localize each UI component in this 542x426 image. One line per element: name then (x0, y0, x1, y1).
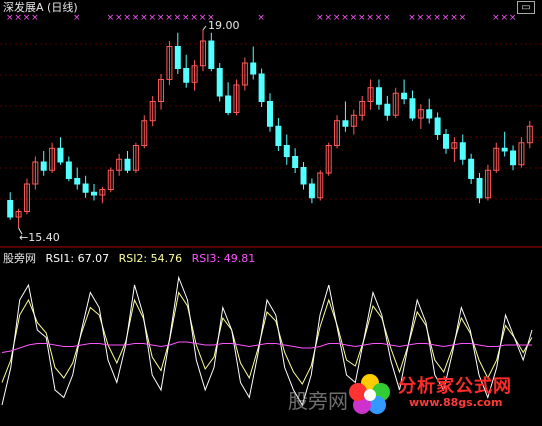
signal-marker: × (174, 13, 182, 23)
candle-body (275, 125, 282, 146)
candle-body (426, 109, 433, 119)
signal-marker: × (433, 13, 441, 23)
signal-marker: × (366, 13, 374, 23)
signal-marker: × (450, 13, 458, 23)
signal-marker: × (492, 13, 500, 23)
candle-body (40, 161, 47, 171)
candle-body (468, 158, 475, 179)
watermark-site-name: 分析家公式网 (398, 376, 512, 397)
candle-body (250, 62, 257, 75)
signal-marker: × (341, 13, 349, 23)
signal-marker: × (408, 13, 416, 23)
chart-title: 深发展A (日线) (3, 1, 78, 14)
signal-marker: × (140, 13, 148, 23)
high-price-label: 19.00 (208, 19, 240, 32)
candle-body (208, 40, 215, 69)
signal-marker: × (383, 13, 391, 23)
signal-marker: × (132, 13, 140, 23)
rsi2-line (1, 291, 533, 385)
signal-marker: × (316, 13, 324, 23)
candle-body (74, 178, 81, 185)
signal-marker: × (375, 13, 383, 23)
signal-marker: × (358, 13, 366, 23)
candle-body (258, 73, 265, 102)
low-price-label: ←15.40 (19, 231, 60, 244)
window-icon[interactable]: ▭ (517, 1, 535, 14)
rsi1-value: RSI1: 67.07 (45, 252, 110, 265)
stock-chart-window: × × × × × × × × × × × × × × × × × × × × × × × × × × × × × × × × × × × × × × 深… (0, 0, 542, 426)
candle-body (510, 150, 517, 166)
signal-marker: × (417, 13, 425, 23)
candle-body (300, 167, 307, 185)
signal-marker: × (442, 13, 450, 23)
signal-marker: × (425, 13, 433, 23)
candle-body (7, 200, 14, 218)
candle-body (443, 134, 449, 149)
candle-body (65, 161, 72, 179)
candle-body (459, 142, 466, 160)
rsi2-value: RSI2: 54.76 (118, 252, 183, 265)
candle-body (292, 156, 299, 168)
signal-marker: × (257, 13, 265, 23)
candle-body (225, 95, 232, 113)
candle-body (124, 158, 131, 171)
signal-marker: × (31, 13, 39, 23)
signal-marker: × (324, 13, 332, 23)
signal-marker: × (73, 13, 81, 23)
signal-marker: × (157, 13, 165, 23)
candle-body (267, 101, 273, 127)
signal-marker: × (182, 13, 190, 23)
candle-body (375, 87, 382, 105)
signal-marker: × (23, 13, 31, 23)
chart-canvas[interactable]: × × × × × × × × × × × × × × × × × × × × × × × × × × × × × × × × × × × × × × (0, 0, 542, 426)
signal-marker: × (148, 13, 156, 23)
candle-body (501, 147, 508, 152)
candle-body (476, 178, 483, 199)
indicator-name: 股旁网 (3, 252, 36, 265)
candlestick-series (7, 30, 533, 228)
watermark-url: www.88gs.com (409, 396, 503, 409)
signal-marker: × (123, 13, 131, 23)
signal-marker: × (333, 13, 341, 23)
candle-body (409, 98, 416, 119)
candle-body (283, 145, 290, 157)
signal-marker: × (115, 13, 123, 23)
signal-marker: × (459, 13, 467, 23)
signal-marker: × (6, 13, 14, 23)
rsi-legend: 股旁网 RSI1: 67.07 RSI2: 54.76 RSI3: 49.81 (3, 252, 261, 265)
signal-marker: × (107, 13, 115, 23)
signal-marker: × (350, 13, 358, 23)
signal-marker: × (500, 13, 508, 23)
candle-body (183, 68, 190, 83)
flower-logo-icon (349, 374, 390, 414)
candle-body (91, 191, 97, 196)
candle-body (216, 68, 223, 97)
watermark-stamp: 股旁网 (288, 389, 348, 413)
high-pointer (202, 25, 207, 31)
signal-marker: × (199, 13, 207, 23)
candle-body (384, 103, 391, 116)
signal-marker: × (165, 13, 173, 23)
signal-markers: × × × × × × × × × × × × × × × × × × × × × × × × × × × × × × × × × × × × × × (6, 13, 516, 23)
candle-body (174, 46, 181, 69)
signal-marker: × (509, 13, 517, 23)
signal-marker: × (14, 13, 22, 23)
candle-body (308, 183, 315, 199)
candle-body (82, 183, 89, 193)
candle-body (57, 147, 64, 163)
candle-body (342, 120, 349, 127)
signal-marker: × (190, 13, 198, 23)
low-price-value: 15.40 (28, 231, 60, 244)
candle-body (401, 92, 408, 100)
rsi3-value: RSI3: 49.81 (191, 252, 256, 265)
candle-body (434, 117, 441, 135)
